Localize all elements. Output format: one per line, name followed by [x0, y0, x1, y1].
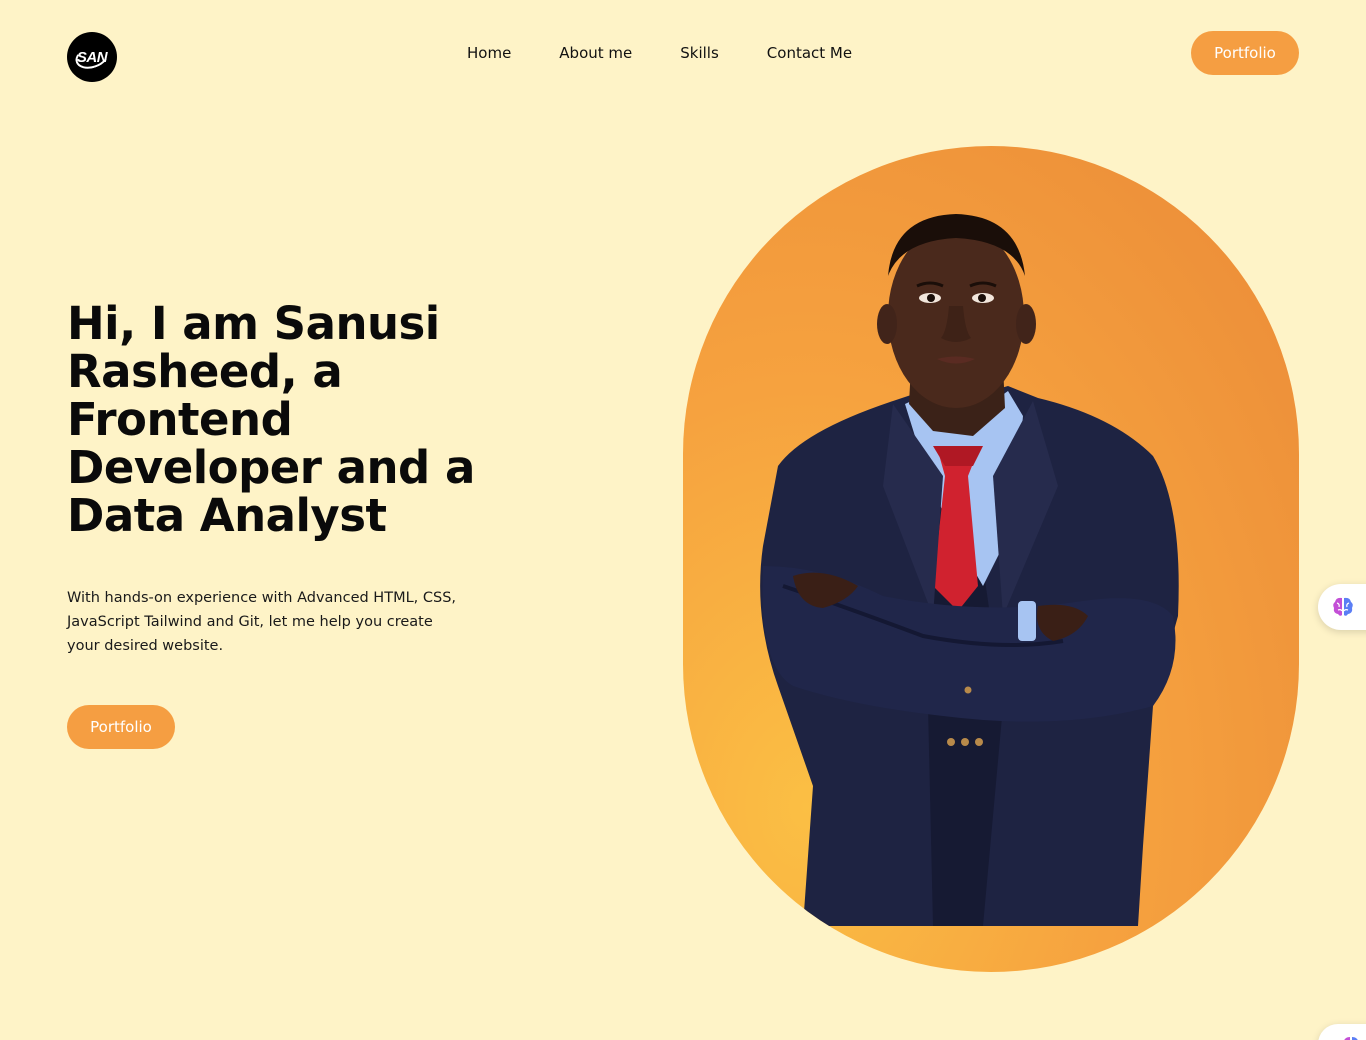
hero-description: With hands-on experience with Advanced H…: [67, 590, 457, 654]
profile-photo: [683, 146, 1299, 972]
hero-title: Hi, I am Sanusi Rasheed, a Frontend Deve…: [67, 297, 475, 542]
nav-about-me[interactable]: About me: [559, 44, 632, 64]
assistant-widget[interactable]: [1318, 584, 1366, 630]
nav-skills[interactable]: Skills: [680, 44, 719, 64]
nav-contact-me[interactable]: Contact Me: [767, 44, 852, 64]
hero-portfolio-button[interactable]: Portfolio: [67, 705, 175, 749]
header-portfolio-button[interactable]: Portfolio: [1191, 31, 1299, 75]
assistant-widget-secondary[interactable]: [1318, 1024, 1366, 1040]
portrait-illustration: [760, 214, 1179, 926]
brain-icon: [1333, 597, 1353, 616]
logo[interactable]: SAN: [67, 32, 117, 82]
main-nav: Home About me Skills Contact Me: [467, 44, 852, 64]
page: SAN Home About me Skills Contact Me Port…: [0, 0, 1366, 1040]
logo-text: SAN: [76, 48, 108, 66]
nav-home[interactable]: Home: [467, 44, 511, 64]
